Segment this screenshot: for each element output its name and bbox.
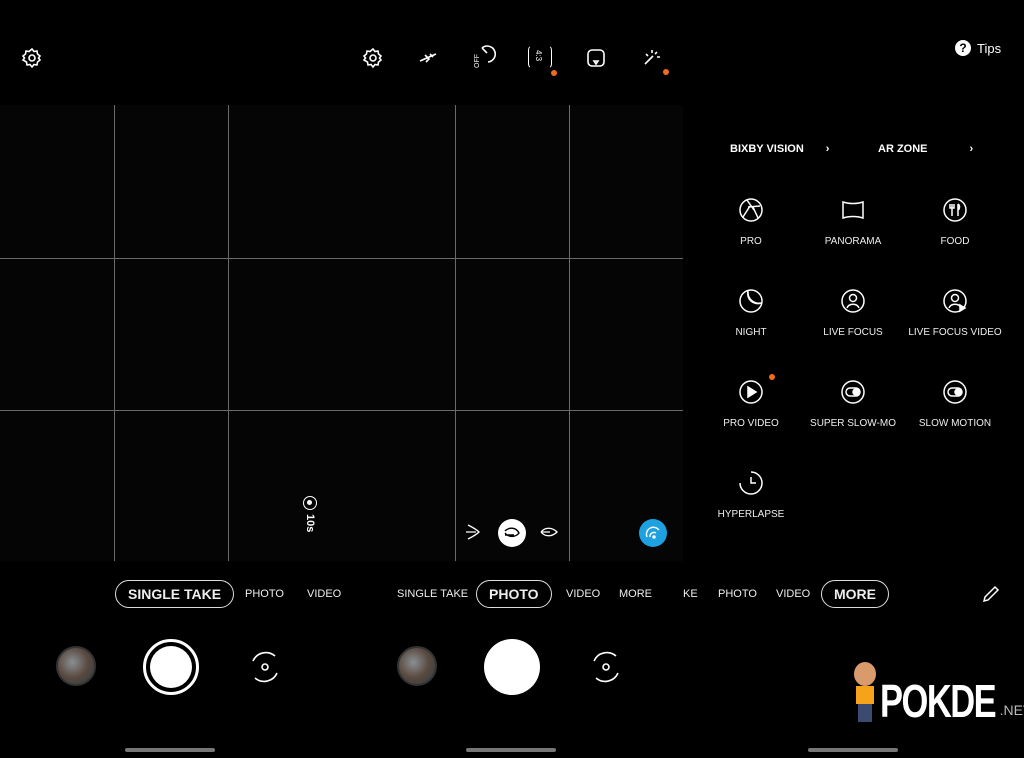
- moon-icon: [739, 289, 763, 313]
- settings-icon[interactable]: [361, 46, 385, 70]
- grid-line: [569, 105, 570, 561]
- mode-label: HYPERLAPSE: [717, 509, 785, 520]
- home-indicator[interactable]: [808, 748, 898, 752]
- link-label: BIXBY VISION: [730, 143, 804, 155]
- chevron-right-icon: ›: [825, 143, 830, 155]
- portrait-icon: [841, 289, 865, 313]
- mode-label: PANORAMA: [824, 236, 882, 247]
- edit-pencil-icon[interactable]: [980, 583, 1002, 605]
- mode-night[interactable]: NIGHT: [701, 288, 801, 340]
- ultra-wide-icon[interactable]: [463, 522, 483, 542]
- mode-more[interactable]: MORE: [619, 588, 652, 600]
- mode-label: LIVE FOCUS VIDEO: [908, 327, 1002, 338]
- tips-label: Tips: [977, 40, 1002, 56]
- mode-label: PRO: [740, 236, 762, 247]
- flash-off-icon[interactable]: [416, 46, 440, 70]
- filters-icon[interactable]: [640, 46, 664, 70]
- settings-icon[interactable]: [20, 46, 44, 70]
- mode-photo[interactable]: PHOTO: [476, 580, 552, 608]
- mode-label: FOOD: [940, 236, 970, 247]
- mode-hyperlapse[interactable]: HYPERLAPSE: [701, 470, 801, 522]
- chevron-right-icon: ›: [969, 143, 974, 155]
- shutter-button[interactable]: [484, 639, 540, 695]
- timer-off-icon[interactable]: OFF: [472, 44, 497, 68]
- food-icon: [943, 198, 967, 222]
- mode-pro[interactable]: PRO: [701, 197, 801, 249]
- timer-off-label: OFF: [474, 54, 481, 68]
- mode-single-take[interactable]: SINGLE TAKE: [115, 580, 235, 608]
- link-label: AR ZONE: [878, 143, 928, 155]
- ar-zone-link[interactable]: AR ZONE ›: [878, 143, 973, 155]
- mode-food[interactable]: FOOD: [905, 197, 1005, 249]
- grid-line: [228, 105, 229, 561]
- play-icon: [739, 380, 763, 404]
- mode-slow-motion[interactable]: SLOW MOTION: [905, 379, 1005, 431]
- grid-line: [0, 410, 683, 411]
- timer-indicator[interactable]: 10s: [300, 496, 320, 532]
- mode-label: LIVE FOCUS: [823, 327, 883, 338]
- mode-label: SUPER SLOW-MO: [810, 418, 896, 429]
- viewfinder-1[interactable]: [0, 105, 341, 561]
- shutter-button[interactable]: [143, 639, 199, 695]
- scene-optimizer-button[interactable]: [639, 519, 667, 547]
- new-badge: [663, 69, 669, 75]
- portrait-video-icon: [943, 289, 967, 313]
- pokde-watermark-logo: POKDE .NET: [850, 662, 1024, 724]
- viewfinder-2[interactable]: [341, 105, 683, 561]
- wide-zoom-button[interactable]: [498, 519, 526, 547]
- home-indicator[interactable]: [466, 748, 556, 752]
- telephoto-icon[interactable]: [539, 524, 559, 540]
- mode-photo[interactable]: PHOTO: [245, 588, 284, 600]
- mode-single-take[interactable]: SINGLE TAKE: [397, 588, 468, 600]
- gallery-thumbnail[interactable]: [56, 646, 96, 686]
- mode-video[interactable]: VIDEO: [776, 588, 810, 600]
- aspect-ratio-icon[interactable]: 4:3: [528, 45, 552, 69]
- grid-line: [455, 105, 456, 561]
- tips-button[interactable]: ? Tips: [955, 40, 1001, 56]
- grid-line: [114, 105, 115, 561]
- gallery-thumbnail[interactable]: [397, 646, 437, 686]
- mode-video[interactable]: VIDEO: [566, 588, 600, 600]
- record-icon: [303, 496, 317, 510]
- aspect-ratio-label: 4:3: [534, 50, 543, 62]
- slow-motion-icon: [943, 380, 967, 404]
- mode-label: SLOW MOTION: [918, 418, 992, 429]
- mode-label: NIGHT: [735, 327, 767, 338]
- motion-photo-icon[interactable]: [584, 46, 608, 70]
- mascot-icon: [850, 662, 880, 724]
- mode-live-focus[interactable]: LIVE FOCUS: [803, 288, 903, 340]
- hyperlapse-icon: [739, 471, 763, 495]
- mode-label: PRO VIDEO: [723, 418, 779, 429]
- timer-label: 10s: [304, 514, 316, 533]
- bixby-vision-link[interactable]: BIXBY VISION ›: [730, 143, 829, 155]
- switch-camera-icon[interactable]: [586, 647, 626, 687]
- mode-single-take-partial[interactable]: KE: [683, 588, 698, 600]
- home-indicator[interactable]: [125, 748, 215, 752]
- aperture-icon: [739, 198, 763, 222]
- mode-live-focus-video[interactable]: LIVE FOCUS VIDEO: [905, 288, 1005, 340]
- mode-photo[interactable]: PHOTO: [718, 588, 757, 600]
- mode-pro-video[interactable]: PRO VIDEO: [701, 379, 801, 431]
- mode-more[interactable]: MORE: [821, 580, 889, 608]
- new-badge: [769, 374, 775, 380]
- panorama-icon: [842, 200, 864, 220]
- slow-mo-icon: [841, 380, 865, 404]
- mode-panorama[interactable]: PANORAMA: [803, 197, 903, 249]
- new-badge: [551, 70, 557, 76]
- mode-super-slow-mo[interactable]: SUPER SLOW-MO: [803, 379, 903, 431]
- grid-line: [0, 258, 683, 259]
- switch-camera-icon[interactable]: [245, 647, 285, 687]
- help-icon: ?: [955, 40, 971, 56]
- mode-video[interactable]: VIDEO: [307, 588, 341, 600]
